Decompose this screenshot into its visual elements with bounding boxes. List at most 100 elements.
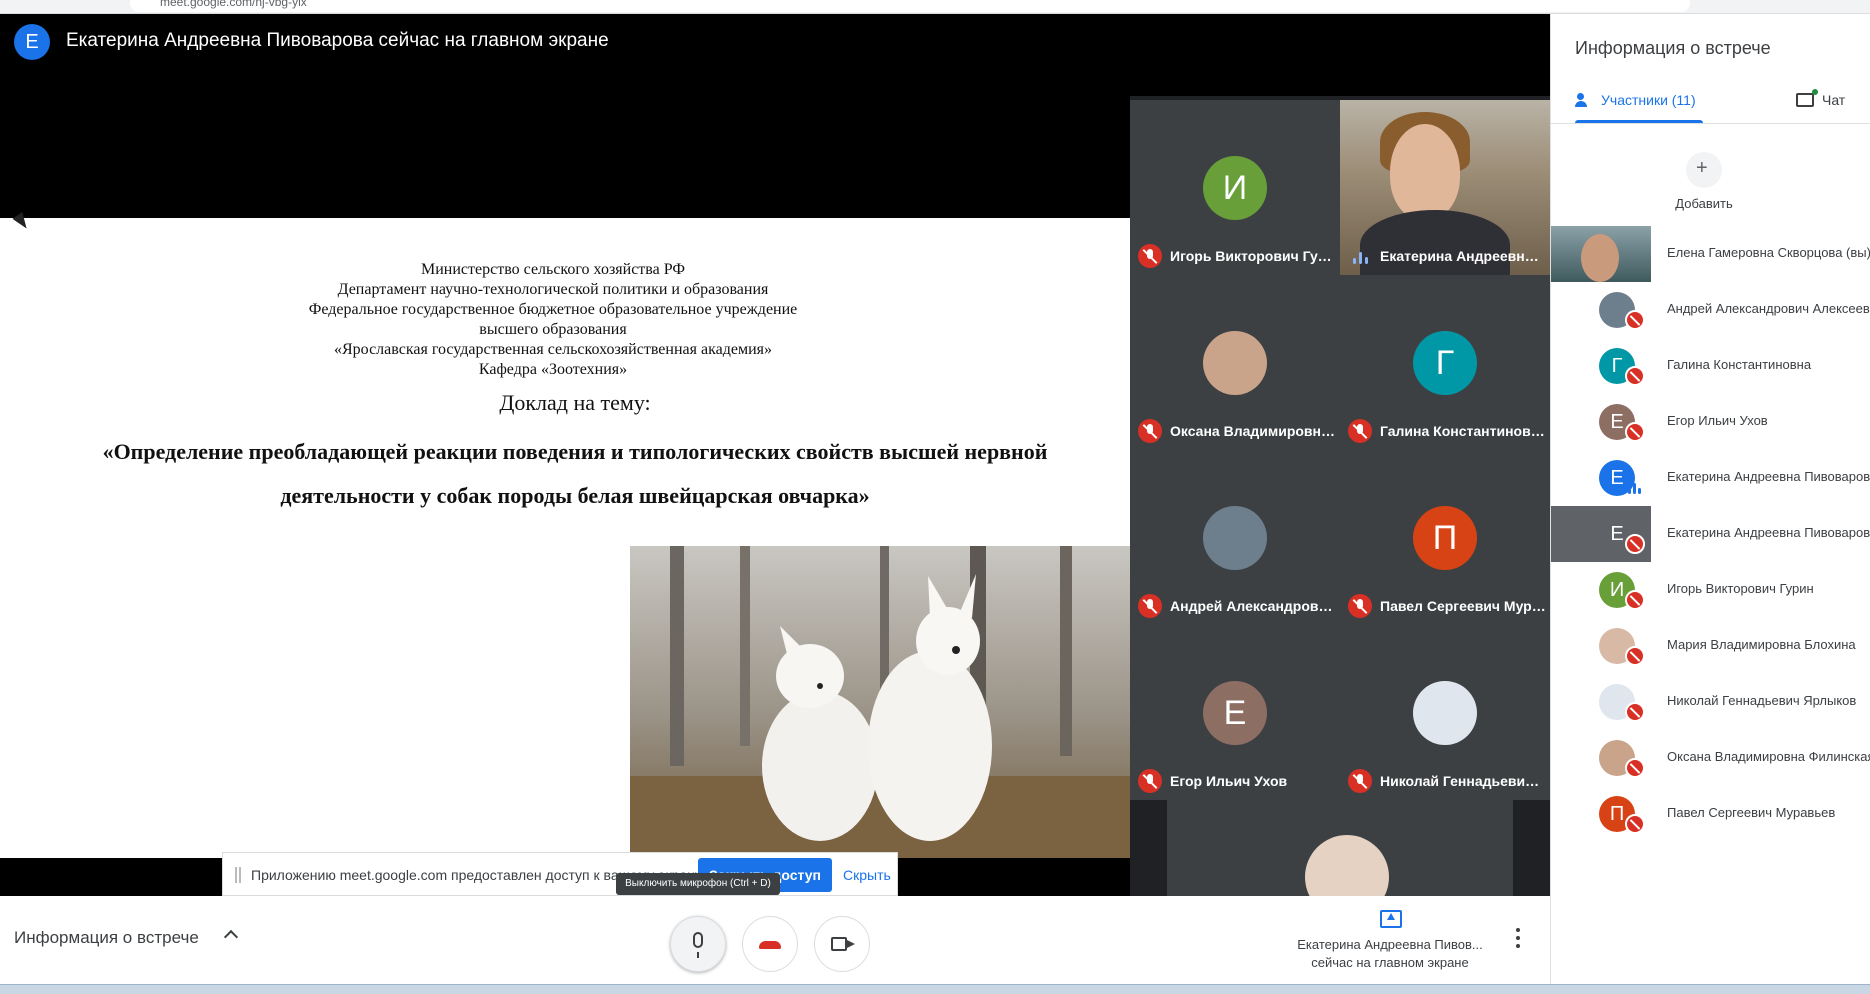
meeting-info-button[interactable]: Информация о встрече — [14, 928, 199, 948]
list-item[interactable]: Г Галина Константиновна — [1551, 338, 1870, 394]
presenter-title: Екатерина Андреевна Пивоварова сейчас на… — [66, 30, 609, 51]
participant-tile[interactable]: Е Егор Ильич Ухов — [1130, 625, 1340, 800]
speaking-indicator-icon — [1352, 250, 1370, 264]
list-item[interactable]: И Игорь Викторович Гурин — [1551, 562, 1870, 618]
leave-call-button[interactable] — [742, 916, 798, 972]
list-item[interactable]: Е Егор Ильич Ухов — [1551, 394, 1870, 450]
list-item[interactable]: Мария Владимировна Блохина — [1551, 618, 1870, 674]
panel-divider — [1551, 123, 1870, 124]
avatar — [1203, 331, 1267, 395]
participant-name: Павел Сергеевич Муравьев — [1380, 598, 1546, 614]
drag-handle-icon[interactable] — [235, 867, 241, 883]
participant-tile[interactable]: П Павел Сергеевич Муравьев — [1340, 450, 1550, 625]
mic-off-icon — [1138, 594, 1162, 618]
mic-tooltip: Выключить микрофон (Ctrl + D) — [616, 873, 780, 895]
slide-topic: Доклад на тему: — [499, 390, 651, 415]
mic-off-icon — [1138, 769, 1162, 793]
participant-name: Оксана Владимировна Филинская — [1170, 423, 1336, 439]
mic-off-icon — [1625, 422, 1645, 442]
participants-list: Елена Гамеровна Скворцова (вы) Андрей Ал… — [1551, 226, 1870, 842]
hide-notice-link[interactable]: Скрыть — [843, 867, 891, 883]
mic-off-icon — [1625, 702, 1645, 722]
address-bar[interactable]: meet.google.com/nj-vbg-yix — [130, 0, 1690, 12]
slide-header-line: Министерство сельского хозяйства РФ — [421, 261, 685, 278]
camera-button[interactable] — [814, 916, 870, 972]
participant-name: Андрей Александрович Алексеев — [1667, 301, 1870, 316]
call-controls-bar: Информация о встрече Екатерина Андреевна… — [0, 896, 1550, 984]
list-item[interactable]: Елена Гамеровна Скворцова (вы) — [1551, 226, 1870, 282]
presenting-name: Екатерина Андреевна Пивов... — [1297, 937, 1483, 952]
mic-off-icon — [1625, 814, 1645, 834]
shared-slide: Министерство сельского хозяйства РФ Депа… — [0, 218, 1130, 858]
participant-tile[interactable]: И Игорь Викторович Гурин — [1130, 100, 1340, 275]
mic-off-icon — [1348, 419, 1372, 443]
avatar: Е — [1203, 681, 1267, 745]
mic-off-icon — [1625, 590, 1645, 610]
slide-header-line: Кафедра «Зоотехния» — [478, 361, 628, 378]
list-item[interactable]: Андрей Александрович Алексеев — [1551, 282, 1870, 338]
add-people-icon[interactable] — [1686, 152, 1722, 188]
camera-icon — [831, 937, 855, 951]
participant-tile[interactable]: Г Галина Константиновна — [1340, 275, 1550, 450]
participant-name: Николай Геннадьевич Ярлыков — [1380, 773, 1546, 789]
hang-up-icon — [759, 941, 781, 949]
slide-header-line: высшего образования — [479, 321, 627, 338]
microphone-icon — [693, 932, 703, 958]
screen-share-notice: Приложению meet.google.com предоставлен … — [222, 852, 898, 896]
self-video-thumbnail — [1551, 226, 1651, 282]
add-people-label[interactable]: Добавить — [1661, 196, 1747, 211]
participant-name: Мария Владимировна Блохина — [1667, 637, 1856, 652]
tab-chat[interactable]: Чат — [1796, 89, 1846, 108]
meeting-details-panel: Информация о встрече Участники (11) Чат … — [1550, 14, 1870, 984]
avatar — [1413, 681, 1477, 745]
mic-off-icon — [1138, 419, 1162, 443]
participant-name: Екатерина Андреевна Пивоварова — [1667, 525, 1870, 540]
dogs-photo — [630, 546, 1130, 858]
participant-name: Егор Ильич Ухов — [1170, 773, 1288, 789]
main-stage: Е Екатерина Андреевна Пивоварова сейчас … — [0, 14, 1550, 919]
participant-name: Оксана Владимировна Филинская — [1667, 749, 1870, 764]
tab-label: Чат — [1822, 92, 1846, 108]
speaking-indicator-icon — [1627, 480, 1643, 494]
slide-letterbox — [0, 96, 1130, 218]
participant-name: Андрей Александрович Алексеев — [1170, 598, 1336, 614]
slide-header-line: Департамент научно-технологической полит… — [337, 281, 769, 298]
participant-name: Екатерина Андреевна Пивоварова — [1667, 469, 1870, 484]
participant-name: Галина Константиновна — [1667, 357, 1812, 372]
list-item[interactable]: Оксана Владимировна Филинская — [1551, 730, 1870, 786]
tab-participants[interactable]: Участники (11) — [1575, 92, 1696, 108]
people-icon — [1575, 93, 1593, 107]
participants-grid: И Игорь Викторович Гурин Екатерина Андре… — [1130, 100, 1550, 919]
participant-name: Егор Ильич Ухов — [1667, 413, 1768, 428]
participant-tile[interactable] — [1167, 800, 1513, 919]
participant-name: Николай Геннадьевич Ярлыков — [1667, 693, 1857, 708]
list-item[interactable]: Е Екатерина Андреевна Пивоварова — [1551, 506, 1870, 562]
os-taskbar — [0, 984, 1870, 994]
slide-header: Министерство сельского хозяйства РФ Депа… — [0, 260, 1106, 380]
slide-subject: «Определение преобладающей реакции повед… — [102, 439, 1048, 508]
avatar: П — [1413, 506, 1477, 570]
participant-tile[interactable]: Оксана Владимировна Филинская — [1130, 275, 1340, 450]
participant-tile-video[interactable]: Екатерина Андреевна Пивоварова — [1340, 100, 1550, 280]
microphone-button[interactable] — [670, 916, 726, 972]
participant-name: Павел Сергеевич Муравьев — [1667, 805, 1836, 820]
slide-header-line: «Ярославская государственная сельскохозя… — [334, 341, 772, 358]
more-options-icon[interactable] — [1516, 928, 1520, 948]
present-screen-icon[interactable] — [1380, 910, 1402, 928]
chevron-up-icon[interactable] — [223, 929, 239, 945]
mic-off-icon — [1625, 534, 1645, 554]
participant-tile[interactable]: Андрей Александрович Алексеев — [1130, 450, 1340, 625]
list-item[interactable]: П Павел Сергеевич Муравьев — [1551, 786, 1870, 842]
list-item[interactable]: Е Екатерина Андреевна Пивоварова — [1551, 450, 1870, 506]
slide-header-line: Федеральное государственное бюджетное об… — [308, 301, 798, 318]
participant-name: Екатерина Андреевна Пивоварова — [1380, 248, 1546, 264]
participant-name: Игорь Викторович Гурин — [1170, 248, 1336, 264]
mic-off-icon — [1348, 594, 1372, 618]
avatar: И — [1203, 156, 1267, 220]
mic-off-icon — [1625, 646, 1645, 666]
participant-tile[interactable]: Николай Геннадьевич Ярлыков — [1340, 625, 1550, 800]
presenting-status[interactable]: Екатерина Андреевна Пивов... сейчас на г… — [1290, 936, 1490, 972]
mic-off-icon — [1625, 758, 1645, 778]
list-item[interactable]: Николай Геннадьевич Ярлыков — [1551, 674, 1870, 730]
chat-icon — [1796, 89, 1818, 107]
